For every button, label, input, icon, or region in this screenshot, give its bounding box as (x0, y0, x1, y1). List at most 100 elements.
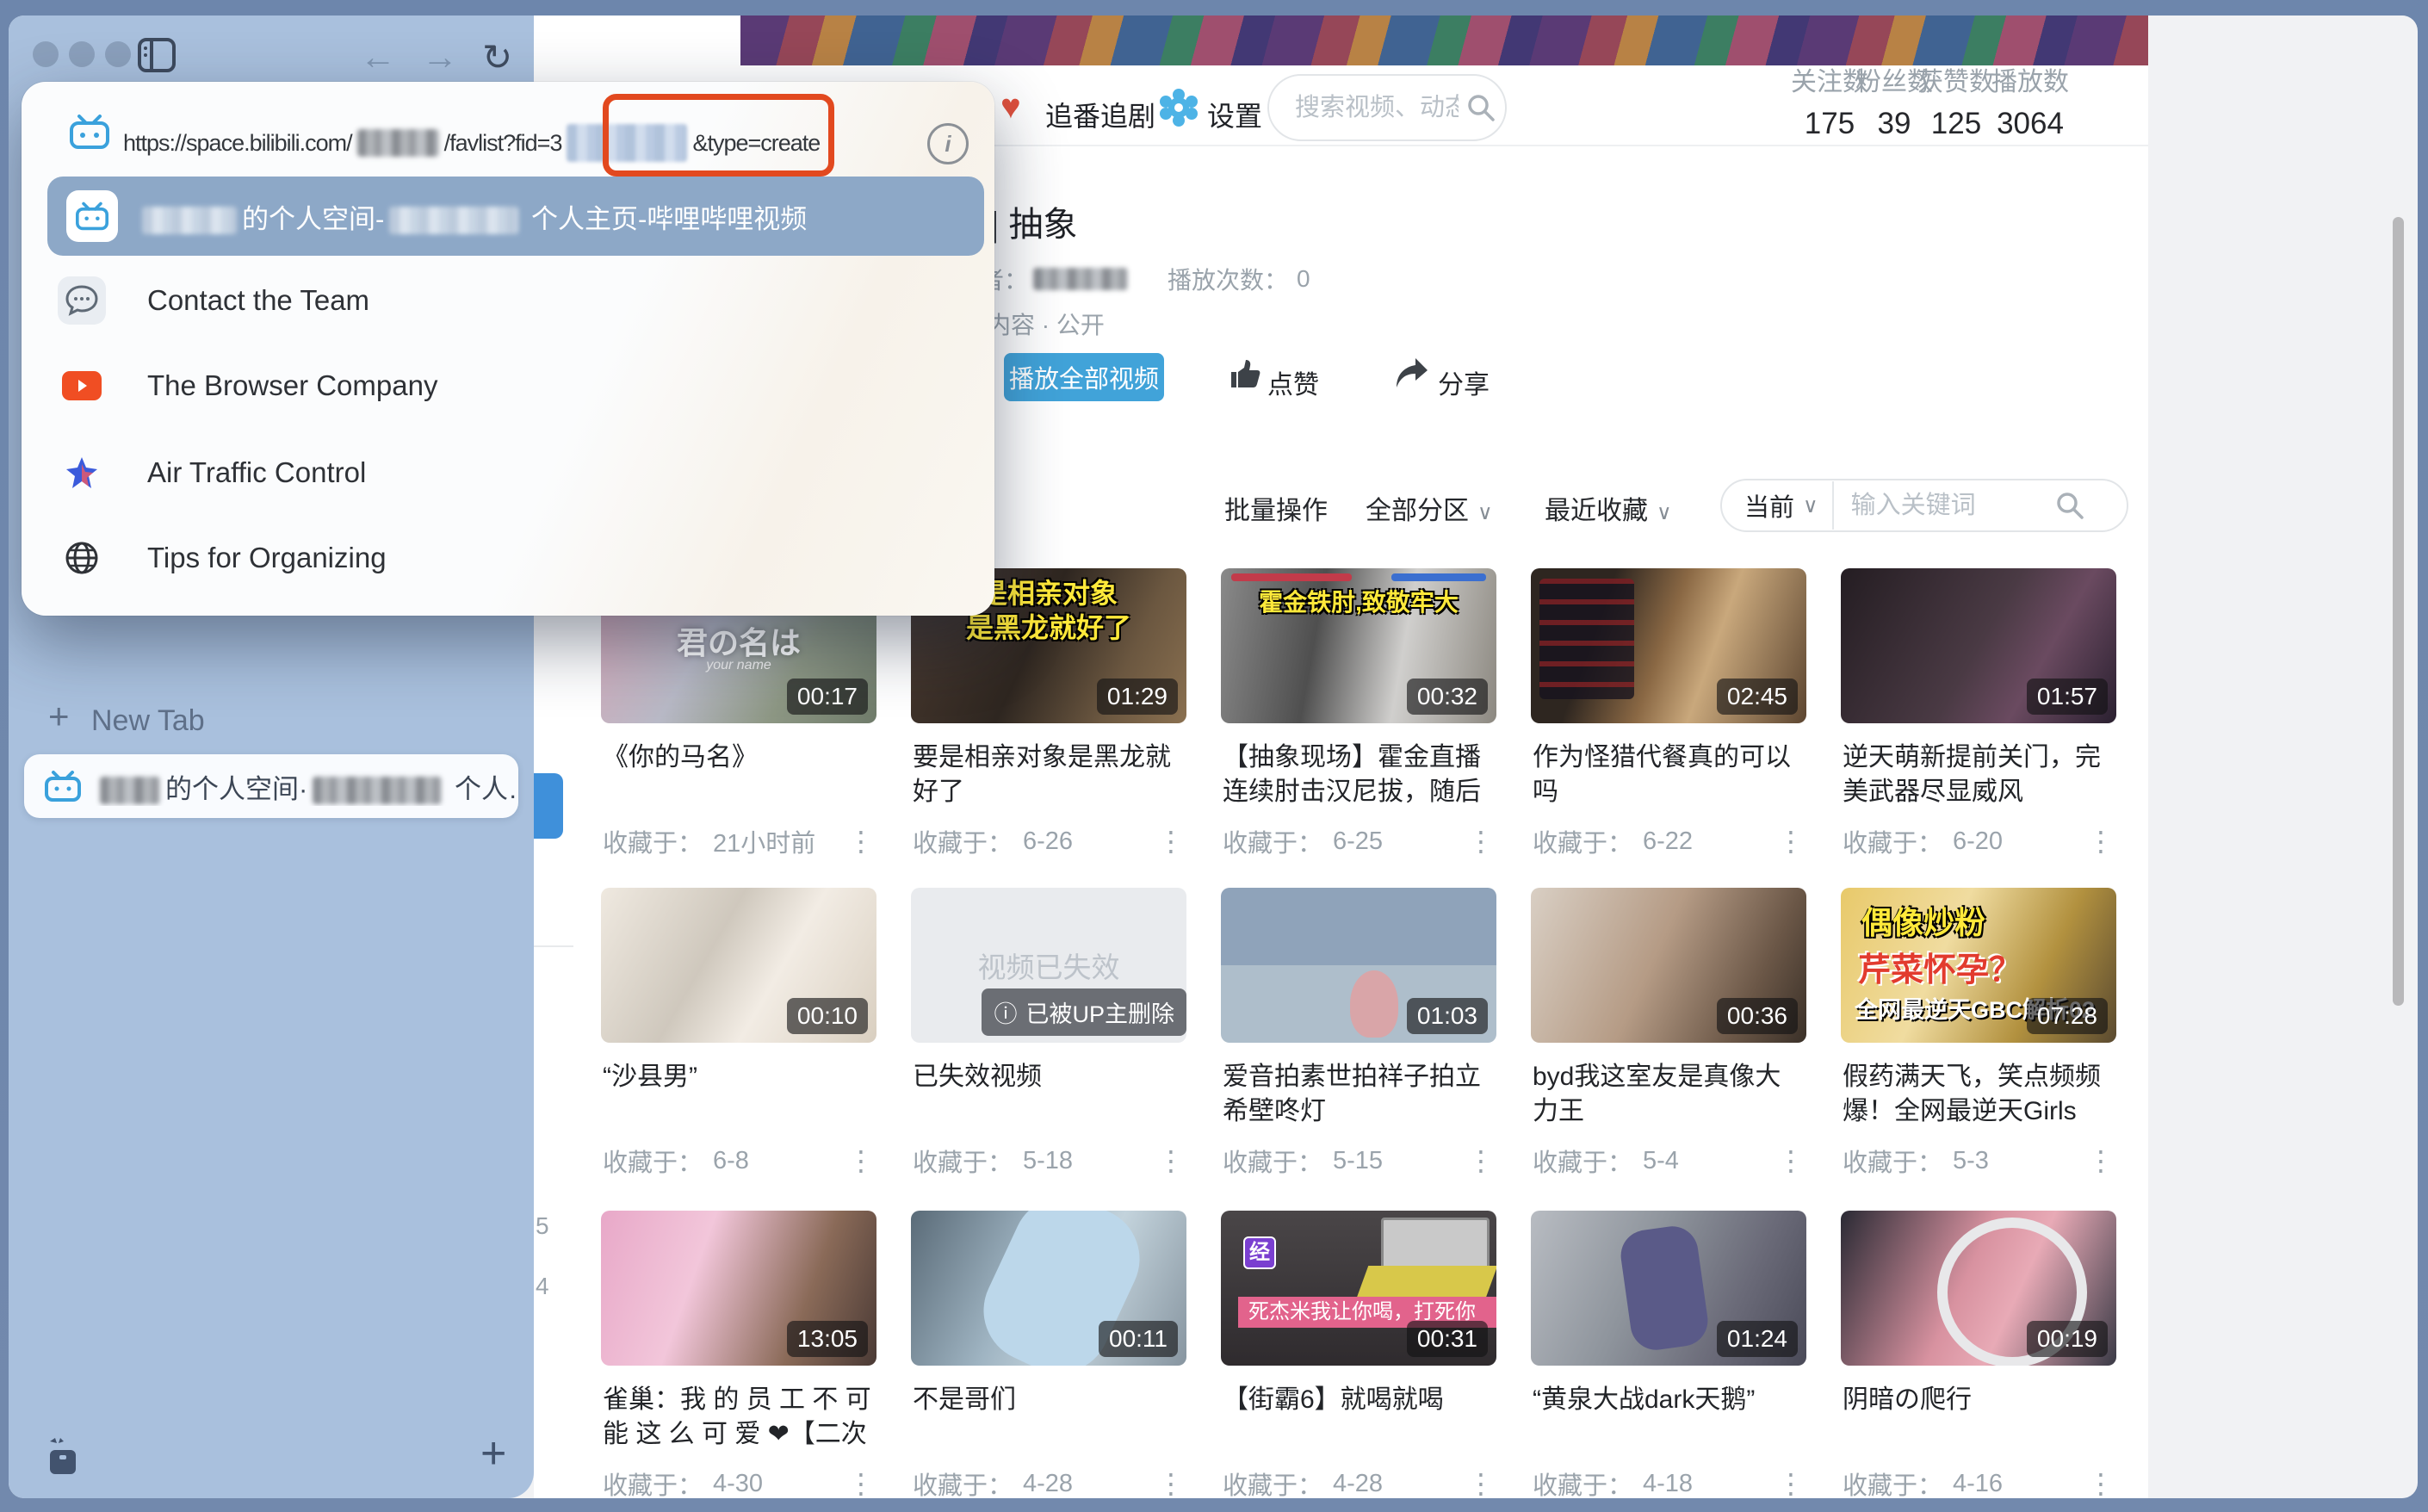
active-tab[interactable]: 的个人空间· 个人… (24, 754, 518, 818)
video-thumbnail[interactable]: 01:57 (1841, 568, 2116, 723)
search-icon[interactable] (2054, 490, 2085, 521)
video-title[interactable]: 【街霸6】就喝就喝 (1223, 1383, 1496, 1417)
keyword-input[interactable] (1849, 491, 2051, 521)
menu-item-tips-organizing[interactable]: Tips for Organizing (58, 534, 387, 582)
video-card[interactable]: 00:36 byd我这室友是真像大力王 收藏于：5-4⋮ (1531, 888, 1806, 1206)
stat-plays[interactable]: 播放数 3064 (1973, 60, 2088, 141)
video-title[interactable]: “沙县男” (603, 1060, 876, 1094)
video-title[interactable]: 作为怪猎代餐真的可以吗 (1533, 741, 1806, 809)
new-tab-plus-icon[interactable]: + (48, 696, 70, 737)
video-card[interactable]: 01:24 “黄泉大战dark天鹅” 收藏于：4-18⋮ (1531, 1211, 1806, 1498)
more-options-icon[interactable]: ⋮ (847, 1470, 875, 1497)
video-title[interactable]: “黄泉大战dark天鹅” (1533, 1383, 1806, 1417)
video-thumbnail[interactable]: 00:10 (601, 888, 876, 1043)
follow-bangumi-link[interactable]: 追番追剧 (1045, 95, 1155, 134)
suggestion-selected[interactable]: 的个人空间- 个人主页-哔哩哔哩视频 (47, 177, 984, 256)
video-thumbnail[interactable]: 视频已失效 ⓘ已被UP主删除 (911, 888, 1186, 1043)
more-options-icon[interactable]: ⋮ (2087, 827, 2115, 855)
video-thumbnail[interactable]: 00:11 (911, 1211, 1186, 1366)
video-card[interactable]: 13:05 雀巢：我 的 员 工 不 可 能 这 么 可 爱 ❤【二次元爆改 收… (601, 1211, 876, 1498)
reload-button[interactable]: ↻ (482, 36, 512, 78)
video-card[interactable]: 霍金铁肘,致敬牢大 00:32 【抽象现场】霍金直播连续肘击汉尼拔，随后直播间被… (1221, 568, 1496, 887)
share-button[interactable]: 分享 (1438, 363, 1490, 401)
video-card[interactable]: 偶像炒粉 芹菜怀孕？ 全网最逆天GBC解析02 07:28 假药满天飞，笑点频频… (1841, 888, 2116, 1206)
thumbs-up-icon[interactable] (1226, 356, 1262, 393)
more-options-icon[interactable]: ⋮ (1777, 1470, 1805, 1497)
library-icon[interactable] (43, 1436, 83, 1478)
video-card[interactable]: 01:03 爱音拍素世拍祥子拍立希壁咚灯 收藏于：5-15⋮ (1221, 888, 1496, 1206)
settings-link[interactable]: 设置 (1207, 95, 1262, 134)
more-options-icon[interactable]: ⋮ (2087, 1147, 2115, 1174)
video-thumbnail[interactable]: 经 死杰米我让你喝，打死你 00:31 (1221, 1211, 1496, 1366)
more-options-icon[interactable]: ⋮ (847, 827, 875, 855)
like-button[interactable]: 点赞 (1267, 363, 1319, 401)
video-card[interactable]: 00:19 阴暗の爬行 收藏于：4-16⋮ (1841, 1211, 2116, 1498)
info-icon[interactable]: i (927, 123, 969, 164)
forward-button[interactable]: → (422, 36, 458, 77)
sidebar-add-icon[interactable]: + (480, 1428, 506, 1479)
video-thumbnail[interactable]: 02:45 (1531, 568, 1806, 723)
video-thumbnail[interactable]: 00:36 (1531, 888, 1806, 1043)
more-options-icon[interactable]: ⋮ (1157, 1470, 1185, 1497)
info-circle-icon: ⓘ (994, 995, 1017, 1029)
video-thumbnail[interactable]: 00:19 (1841, 1211, 2116, 1366)
more-options-icon[interactable]: ⋮ (1467, 1147, 1495, 1174)
video-thumbnail[interactable]: 01:03 (1221, 888, 1496, 1043)
page-search-box[interactable] (1267, 74, 1507, 141)
menu-item-contact-team[interactable]: Contact the Team (58, 276, 369, 325)
more-options-icon[interactable]: ⋮ (847, 1147, 875, 1174)
keyword-search-box[interactable]: 当前 ∨ (1720, 479, 2128, 532)
page-search-input[interactable] (1293, 93, 1460, 123)
sort-dropdown[interactable]: 最近收藏∨ (1545, 489, 1672, 527)
video-card-invalid[interactable]: 视频已失效 ⓘ已被UP主删除 已失效视频 收藏于：5-18⋮ (911, 888, 1186, 1206)
video-title[interactable]: 阴暗の爬行 (1843, 1383, 2116, 1417)
video-thumbnail[interactable]: 霍金铁肘,致敬牢大 00:32 (1221, 568, 1496, 723)
bilibili-favicon (45, 771, 81, 802)
video-card[interactable]: 经 死杰米我让你喝，打死你 00:31 【街霸6】就喝就喝 收藏于：4-28⋮ (1221, 1211, 1496, 1498)
new-tab-button[interactable]: New Tab (91, 704, 205, 738)
more-options-icon[interactable]: ⋮ (1777, 827, 1805, 855)
url-input[interactable]: https://space.bilibili.com//favlist?fid=… (123, 123, 820, 163)
more-options-icon[interactable]: ⋮ (1467, 1470, 1495, 1497)
menu-item-air-traffic-control[interactable]: Air Traffic Control (58, 449, 366, 497)
more-options-icon[interactable]: ⋮ (2087, 1470, 2115, 1497)
page-scrollbar[interactable] (2393, 217, 2404, 1006)
category-dropdown[interactable]: 全部分区∨ (1366, 489, 1493, 527)
thumb-badge: 经 (1243, 1236, 1276, 1269)
batch-operations-button[interactable]: 批量操作 (1224, 489, 1328, 527)
video-title[interactable]: 不是哥们 (913, 1383, 1186, 1417)
share-icon[interactable] (1393, 355, 1431, 393)
video-title[interactable]: 要是相亲对象是黑龙就好了 (913, 741, 1186, 809)
video-card[interactable]: 00:10 “沙县男” 收藏于：6-8⋮ (601, 888, 876, 1206)
video-title[interactable]: byd我这室友是真像大力王 (1533, 1060, 1806, 1129)
menu-item-browser-company[interactable]: The Browser Company (58, 362, 437, 410)
more-options-icon[interactable]: ⋮ (1777, 1147, 1805, 1174)
video-title[interactable]: 假药满天飞，笑点频频爆！全网最逆天Girls Band Cry解析 (1843, 1060, 2116, 1131)
more-options-icon[interactable]: ⋮ (1157, 827, 1185, 855)
video-title[interactable]: 【抽象现场】霍金直播连续肘击汉尼拔，随后直播间被封 (1223, 741, 1496, 811)
video-card[interactable]: 君の名は your name 00:17 《你的马名》 收藏于：21小时前⋮ (601, 568, 876, 887)
thumb-ui-shape (1356, 1266, 1496, 1300)
video-card[interactable]: 01:57 逆天萌新提前关门，完美武器尽显威风 收藏于：6-20⋮ (1841, 568, 2116, 887)
scope-dropdown[interactable]: 当前 (1744, 487, 1794, 524)
video-title[interactable]: 逆天萌新提前关门，完美武器尽显威风 (1843, 741, 2116, 809)
traffic-light-minimize[interactable] (69, 41, 95, 67)
video-title[interactable]: 《你的马名》 (603, 741, 876, 775)
traffic-light-zoom[interactable] (105, 41, 131, 67)
video-card[interactable]: 是相亲对象 是黑龙就好了 01:29 要是相亲对象是黑龙就好了 收藏于：6-26… (911, 568, 1186, 887)
video-card[interactable]: 02:45 作为怪猎代餐真的可以吗 收藏于：6-22⋮ (1531, 568, 1806, 887)
video-title[interactable]: 已失效视频 (913, 1060, 1186, 1094)
more-options-icon[interactable]: ⋮ (1157, 1147, 1185, 1174)
more-options-icon[interactable]: ⋮ (1467, 827, 1495, 855)
video-thumbnail[interactable]: 13:05 (601, 1211, 876, 1366)
sidebar-toggle-icon[interactable] (138, 38, 176, 72)
video-title[interactable]: 雀巢：我 的 员 工 不 可 能 这 么 可 爱 ❤【二次元爆改 (603, 1383, 876, 1453)
search-icon[interactable] (1465, 92, 1496, 123)
video-thumbnail[interactable]: 偶像炒粉 芹菜怀孕？ 全网最逆天GBC解析02 07:28 (1841, 888, 2116, 1043)
video-title[interactable]: 爱音拍素世拍祥子拍立希壁咚灯 (1223, 1060, 1496, 1129)
video-card[interactable]: 00:11 不是哥们 收藏于：4-28⋮ (911, 1211, 1186, 1498)
traffic-light-close[interactable] (33, 41, 59, 67)
back-button[interactable]: ← (360, 36, 396, 77)
play-all-button[interactable]: 播放全部视频 (1004, 353, 1164, 401)
video-thumbnail[interactable]: 01:24 (1531, 1211, 1806, 1366)
